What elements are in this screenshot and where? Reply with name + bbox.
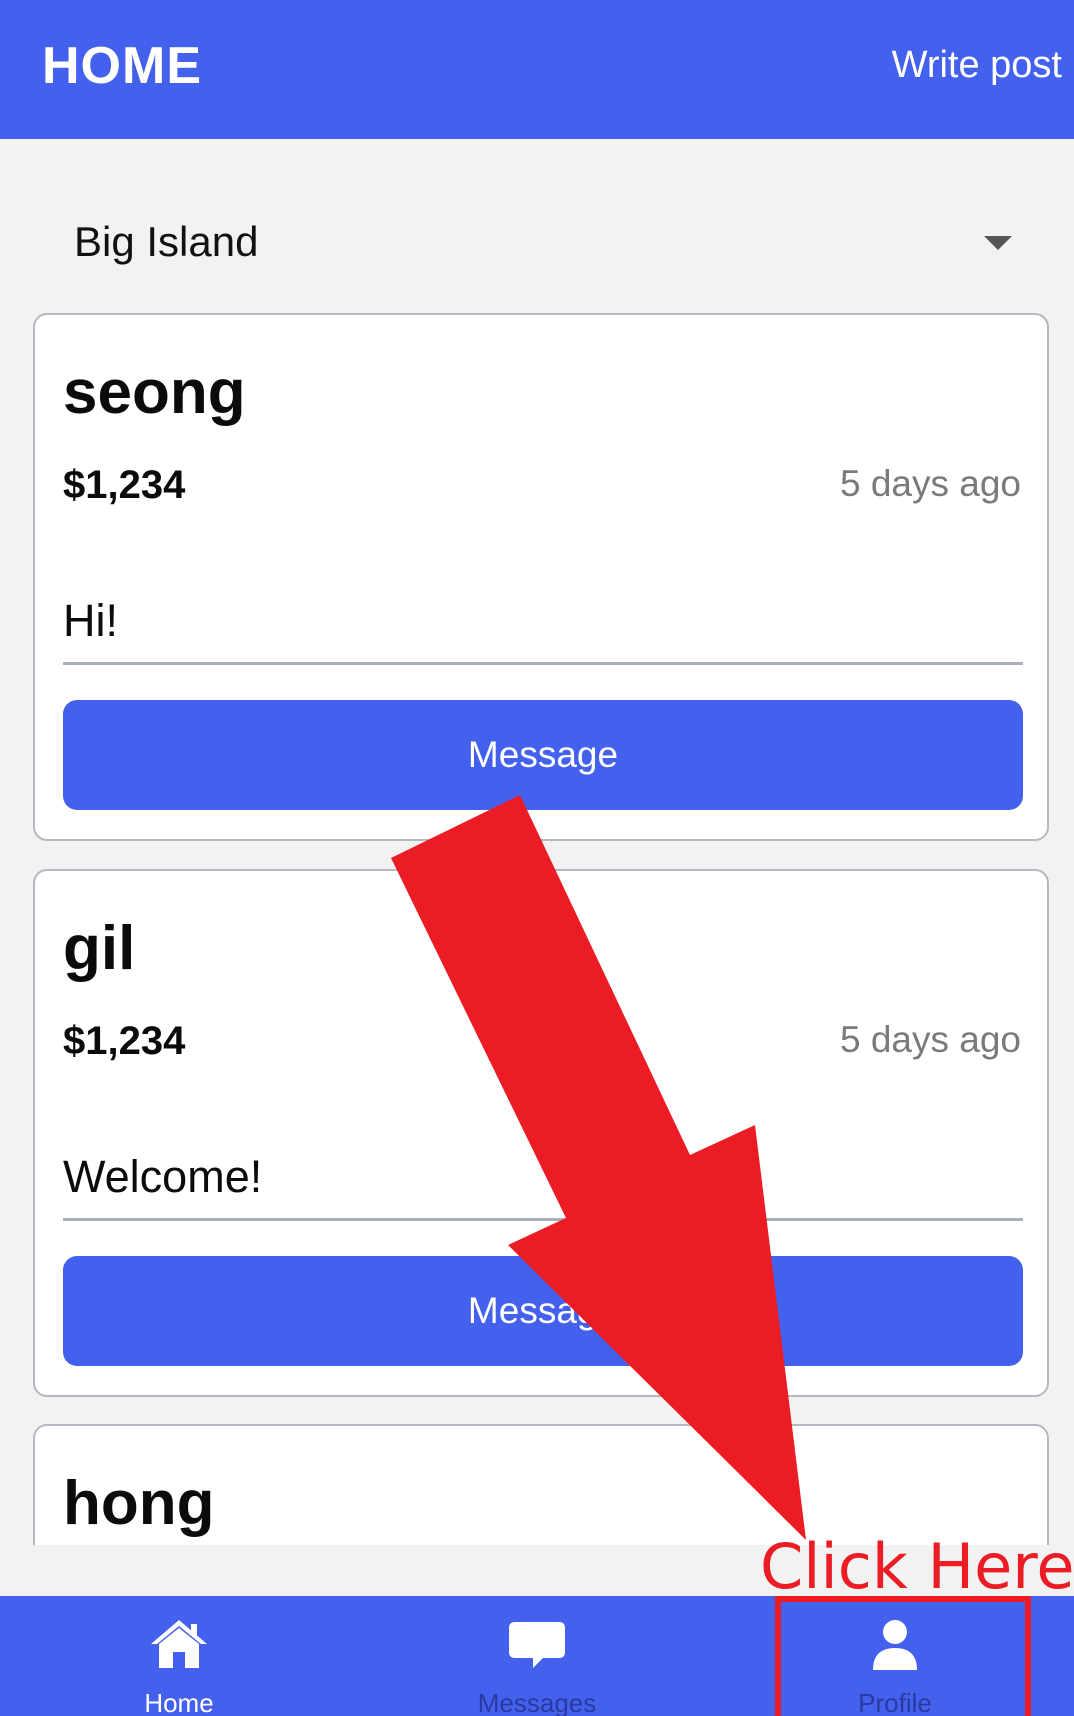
post-price: $1,234 bbox=[63, 463, 186, 507]
home-icon bbox=[151, 1620, 207, 1668]
post-price: $1,234 bbox=[63, 1019, 186, 1063]
message-button[interactable]: Message bbox=[63, 1256, 1023, 1366]
post-card: hong bbox=[33, 1424, 1049, 1545]
post-text: Welcome! bbox=[63, 1151, 1023, 1221]
app-screen: HOME Write post Big Island seong $1,234 … bbox=[0, 0, 1074, 1716]
region-select-value: Big Island bbox=[74, 218, 259, 265]
page-title: HOME bbox=[42, 37, 202, 95]
tab-messages-label: Messages bbox=[477, 1688, 597, 1716]
post-card: gil $1,234 5 days ago Welcome! Message bbox=[33, 869, 1049, 1397]
user-icon bbox=[873, 1620, 917, 1670]
post-card: seong $1,234 5 days ago Hi! Message bbox=[33, 313, 1049, 841]
write-post-button[interactable]: Write post bbox=[892, 44, 1062, 87]
annotation-label: Click Here! bbox=[760, 1530, 1074, 1603]
chat-bubble-icon bbox=[509, 1622, 565, 1668]
bottom-tab-bar: Home Messages Profile bbox=[0, 1596, 1074, 1716]
post-text: Hi! bbox=[63, 595, 1023, 665]
chevron-down-icon bbox=[984, 236, 1012, 250]
region-select[interactable]: Big Island bbox=[36, 200, 1036, 290]
post-feed[interactable]: seong $1,234 5 days ago Hi! Message gil … bbox=[0, 300, 1074, 1545]
tab-home[interactable]: Home bbox=[0, 1596, 358, 1716]
post-timestamp: 5 days ago bbox=[839, 463, 1021, 504]
app-header: HOME Write post bbox=[0, 0, 1074, 139]
tab-home-label: Home bbox=[144, 1688, 214, 1716]
tab-profile[interactable]: Profile bbox=[716, 1596, 1074, 1716]
post-username: hong bbox=[63, 1469, 215, 1538]
post-timestamp: 5 days ago bbox=[839, 1019, 1021, 1060]
tab-profile-label: Profile bbox=[858, 1688, 932, 1716]
tab-messages[interactable]: Messages bbox=[358, 1596, 716, 1716]
message-button[interactable]: Message bbox=[63, 700, 1023, 810]
post-username: gil bbox=[63, 914, 136, 983]
post-username: seong bbox=[63, 358, 246, 427]
